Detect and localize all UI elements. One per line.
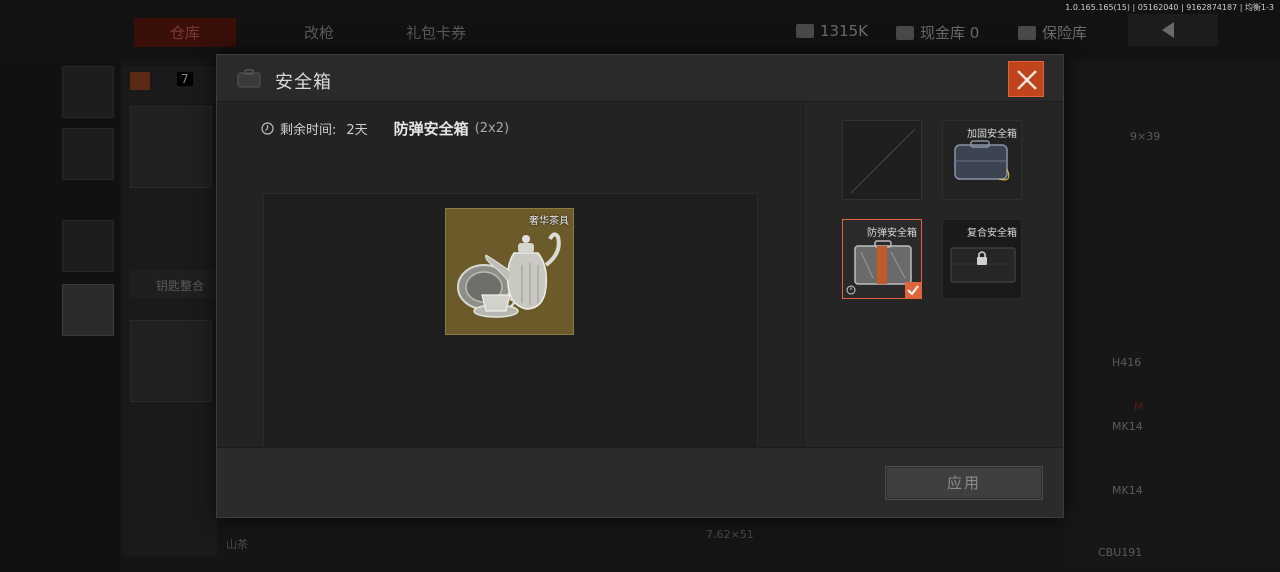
case-size: (2x2) — [474, 121, 510, 136]
sidebar — [0, 58, 120, 572]
tea-set-icon — [457, 232, 561, 318]
left-inventory: 7 钥匙整合 — [122, 66, 220, 556]
top-bar: 仓库 改枪 礼包卡券 1315K 现金库 0 保险库 1.0.165.165(1… — [0, 0, 1280, 58]
case-option-empty[interactable] — [842, 120, 922, 200]
selected-check-icon — [905, 282, 921, 298]
safe-box-modal: 安全箱 剩余时间: 2天 防弹安全箱 (2x2) 奢华茶具 加固安全箱 防弹安全… — [216, 54, 1064, 518]
sidebar-btn-1[interactable] — [62, 66, 114, 118]
cash-vault-button[interactable]: 现金库 0 — [896, 22, 979, 43]
case-option-reinforced[interactable]: 加固安全箱 — [942, 120, 1022, 200]
lock-icon — [977, 251, 987, 265]
bulletproof-case-icon — [854, 240, 912, 285]
currency-display: 1315K — [796, 22, 868, 40]
modal-header: 安全箱 — [217, 55, 1063, 102]
case-option-bulletproof[interactable]: 防弹安全箱 — [842, 219, 922, 299]
key-label-card[interactable]: 钥匙整合 — [130, 270, 220, 298]
sidebar-btn-4[interactable] — [62, 284, 114, 336]
case-selection-panel: 加固安全箱 防弹安全箱 复合安全箱 — [804, 102, 1063, 447]
item-card[interactable] — [130, 320, 212, 402]
case-name: 防弹安全箱 — [393, 120, 469, 138]
apply-button[interactable]: 应用 — [885, 466, 1043, 500]
case-option-name: 加固安全箱 — [967, 129, 1017, 140]
timer-icon — [846, 285, 856, 295]
insurance-vault-button[interactable]: 保险库 — [1018, 22, 1087, 43]
clock-icon — [261, 122, 274, 135]
remaining-time-label: 剩余时间: — [280, 123, 337, 138]
close-button[interactable] — [1008, 61, 1044, 97]
case-option-composite[interactable]: 复合安全箱 — [942, 219, 1022, 299]
red-marker: M — [1134, 400, 1144, 413]
right-inventory: 9×39 H416 M MK14 MK14 CBU191 — [1064, 66, 1280, 566]
case-option-name: 复合安全箱 — [967, 228, 1017, 239]
bullet-icon — [796, 24, 814, 38]
tab-packs[interactable]: 礼包卡券 — [406, 22, 466, 43]
cash-icon — [896, 25, 914, 40]
modal-title: 安全箱 — [275, 72, 332, 93]
bag-icon — [130, 72, 150, 90]
close-icon — [1017, 70, 1037, 90]
slot-count: 7 — [177, 72, 193, 86]
vault-icon — [1018, 25, 1036, 40]
sidebar-btn-2[interactable] — [62, 128, 114, 180]
case-info-row: 剩余时间: 2天 防弹安全箱 (2x2) — [261, 118, 509, 139]
case-card[interactable] — [130, 106, 212, 188]
modal-footer: 应用 — [217, 447, 1063, 517]
stored-item[interactable]: 奢华茶具 — [445, 208, 574, 335]
case-option-name: 防弹安全箱 — [867, 228, 917, 239]
back-button[interactable] — [1128, 14, 1218, 46]
reinforced-case-icon — [954, 140, 1010, 181]
tab-modify[interactable]: 改枪 — [304, 22, 334, 43]
stored-item-name: 奢华茶具 — [529, 216, 569, 227]
empty-slot-icon — [850, 128, 916, 194]
version-text: 1.0.165.165(15) | 05162040 | 9162874187 … — [1065, 3, 1274, 12]
sidebar-btn-3[interactable] — [62, 220, 114, 272]
remaining-time-value: 2天 — [346, 123, 368, 138]
tab-warehouse[interactable]: 仓库 — [134, 18, 237, 47]
briefcase-icon — [237, 69, 261, 88]
